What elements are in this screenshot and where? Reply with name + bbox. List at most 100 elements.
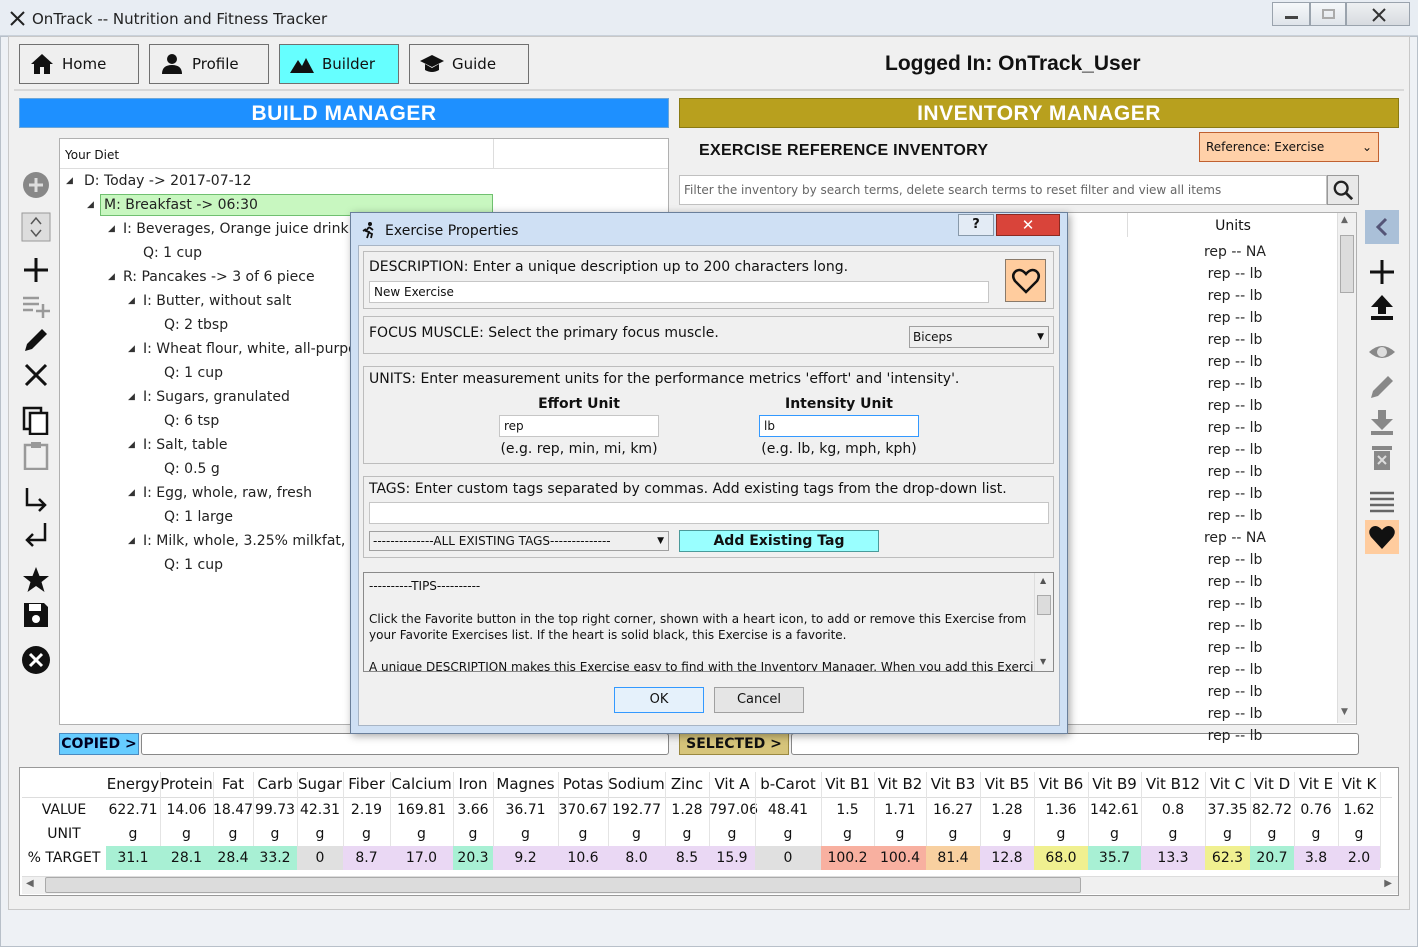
existing-tags-select[interactable]: --------------ALL EXISTING TAGS---------… [369, 531, 669, 551]
inventory-unit-cell[interactable]: rep -- lb [1160, 684, 1310, 700]
builder-button[interactable]: Builder [279, 44, 399, 84]
tags-input[interactable] [369, 502, 1049, 524]
save-button[interactable] [19, 598, 53, 632]
tree-node-item[interactable]: I: Egg, whole, raw, fresh [143, 485, 312, 501]
inventory-unit-cell[interactable]: rep -- NA [1160, 244, 1310, 260]
tree-node-day[interactable]: D: Today -> 2017-07-12 [84, 173, 251, 189]
tree-node-quantity[interactable]: Q: 6 tsp [164, 413, 219, 429]
profile-button[interactable]: Profile [149, 44, 269, 84]
inventory-filter-input[interactable]: Filter the inventory by search terms, de… [679, 175, 1327, 205]
home-button[interactable]: Home [19, 44, 139, 84]
tree-node-item[interactable]: I: Wheat flour, white, all-purpose [143, 341, 373, 357]
inventory-edit-button[interactable] [1365, 370, 1399, 404]
add-circle-button[interactable] [19, 168, 53, 202]
inventory-unit-cell[interactable]: rep -- lb [1160, 728, 1310, 744]
description-input[interactable]: New Exercise [369, 281, 989, 303]
inventory-unit-cell[interactable]: rep -- lb [1160, 398, 1310, 414]
tree-node-quantity[interactable]: Q: 2 tbsp [164, 317, 228, 333]
tips-scrollbar[interactable]: ▲ ▼ [1034, 573, 1053, 671]
inventory-unit-cell[interactable]: rep -- lb [1160, 662, 1310, 678]
tree-node-item[interactable]: I: Beverages, Orange juice drink [123, 221, 349, 237]
guide-button[interactable]: Guide [409, 44, 529, 84]
trash-button[interactable] [1365, 440, 1399, 474]
tree-node-quantity[interactable]: Q: 1 cup [143, 245, 202, 261]
delete-button[interactable] [19, 358, 53, 392]
inventory-unit-cell[interactable]: rep -- lb [1160, 640, 1310, 656]
tips-panel[interactable]: ----------TIPS---------- Click the Favor… [363, 572, 1054, 672]
maximize-button[interactable] [1310, 2, 1346, 26]
dialog-close-button[interactable]: ✕ [996, 214, 1060, 236]
expand-triangle-icon[interactable]: ◢ [128, 344, 135, 354]
favorite-toggle-button[interactable] [1005, 259, 1046, 302]
expand-triangle-icon[interactable]: ◢ [108, 272, 115, 282]
expand-triangle-icon[interactable]: ◢ [108, 224, 115, 234]
expand-triangle-icon[interactable]: ◢ [128, 488, 135, 498]
close-window-button[interactable] [1346, 2, 1410, 26]
inventory-unit-cell[interactable]: rep -- lb [1160, 442, 1310, 458]
inventory-unit-cell[interactable]: rep -- lb [1160, 508, 1310, 524]
tree-node-quantity[interactable]: Q: 1 cup [164, 365, 223, 381]
paste-button[interactable] [19, 438, 53, 472]
upload-button[interactable] [1365, 290, 1399, 324]
inventory-unit-cell[interactable]: rep -- lb [1160, 596, 1310, 612]
inventory-add-button[interactable] [1365, 255, 1399, 289]
favorite-button[interactable] [19, 563, 53, 597]
add-existing-tag-button[interactable]: Add Existing Tag [679, 530, 879, 552]
tree-node-quantity[interactable]: Q: 0.5 g [164, 461, 220, 477]
tree-node-item[interactable]: I: Sugars, granulated [143, 389, 290, 405]
copy-button[interactable] [19, 403, 53, 437]
expand-triangle-icon[interactable]: ◢ [128, 296, 135, 306]
inventory-unit-cell[interactable]: rep -- lb [1160, 420, 1310, 436]
nutrient-header: Fat [221, 775, 245, 793]
inventory-unit-cell[interactable]: rep -- lb [1160, 266, 1310, 282]
nutrient-target: 8.5 [665, 846, 709, 870]
tree-node-meal[interactable]: M: Breakfast -> 06:30 [104, 197, 258, 213]
inventory-unit-cell[interactable]: rep -- lb [1160, 574, 1310, 590]
move-up-down-button[interactable] [19, 212, 53, 242]
inventory-unit-cell[interactable]: rep -- lb [1160, 464, 1310, 480]
expand-triangle-icon[interactable]: ◢ [128, 392, 135, 402]
view-button[interactable] [1365, 335, 1399, 369]
inventory-unit-cell[interactable]: rep -- lb [1160, 310, 1310, 326]
expand-triangle-icon[interactable]: ◢ [66, 176, 73, 186]
intensity-unit-input[interactable]: lb [759, 415, 919, 437]
focus-muscle-select[interactable]: Biceps ▼ [909, 326, 1049, 348]
inventory-unit-cell[interactable]: rep -- lb [1160, 332, 1310, 348]
inventory-unit-cell[interactable]: rep -- lb [1160, 486, 1310, 502]
cancel-button[interactable]: Cancel [714, 687, 804, 713]
ok-button[interactable]: OK [614, 687, 704, 713]
tree-node-item[interactable]: I: Butter, without salt [143, 293, 291, 309]
expand-triangle-icon[interactable]: ◢ [128, 536, 135, 546]
add-button[interactable] [19, 253, 53, 287]
list-view-button[interactable] [1365, 485, 1399, 519]
tree-node-quantity[interactable]: Q: 1 large [164, 509, 233, 525]
help-button[interactable]: ? [958, 214, 994, 236]
indent-button[interactable] [19, 483, 53, 517]
tree-node-recipe[interactable]: R: Pancakes -> 3 of 6 piece [123, 269, 315, 285]
inventory-unit-cell[interactable]: rep -- lb [1160, 552, 1310, 568]
inventory-unit-cell[interactable]: rep -- lb [1160, 706, 1310, 722]
inventory-scrollbar[interactable]: ▲ ▼ [1337, 213, 1356, 723]
inventory-unit-cell[interactable]: rep -- lb [1160, 288, 1310, 304]
favorites-filter-button[interactable] [1365, 520, 1399, 554]
expand-triangle-icon[interactable]: ◢ [128, 440, 135, 450]
minimize-button[interactable] [1272, 2, 1310, 26]
tree-node-item[interactable]: I: Salt, table [143, 437, 228, 453]
edit-button[interactable] [19, 323, 53, 357]
inventory-unit-cell[interactable]: rep -- lb [1160, 618, 1310, 634]
collapse-panel-button[interactable] [1365, 210, 1399, 244]
outdent-button[interactable] [19, 518, 53, 552]
inventory-unit-cell[interactable]: rep -- NA [1160, 530, 1310, 546]
search-button[interactable] [1327, 175, 1359, 205]
expand-triangle-icon[interactable]: ◢ [87, 200, 94, 210]
effort-unit-input[interactable]: rep [499, 415, 659, 437]
cancel-circle-button[interactable] [19, 643, 53, 677]
inventory-unit-cell[interactable]: rep -- lb [1160, 376, 1310, 392]
inventory-unit-cell[interactable]: rep -- lb [1160, 354, 1310, 370]
units-column-header[interactable]: Units [1130, 218, 1336, 234]
scrollbar-thumb[interactable] [45, 877, 1081, 893]
tree-node-quantity[interactable]: Q: 1 cup [164, 557, 223, 573]
download-button[interactable] [1365, 405, 1399, 439]
reference-select[interactable]: Reference: Exercise ⌄ [1199, 132, 1379, 162]
add-list-button[interactable] [19, 288, 53, 322]
